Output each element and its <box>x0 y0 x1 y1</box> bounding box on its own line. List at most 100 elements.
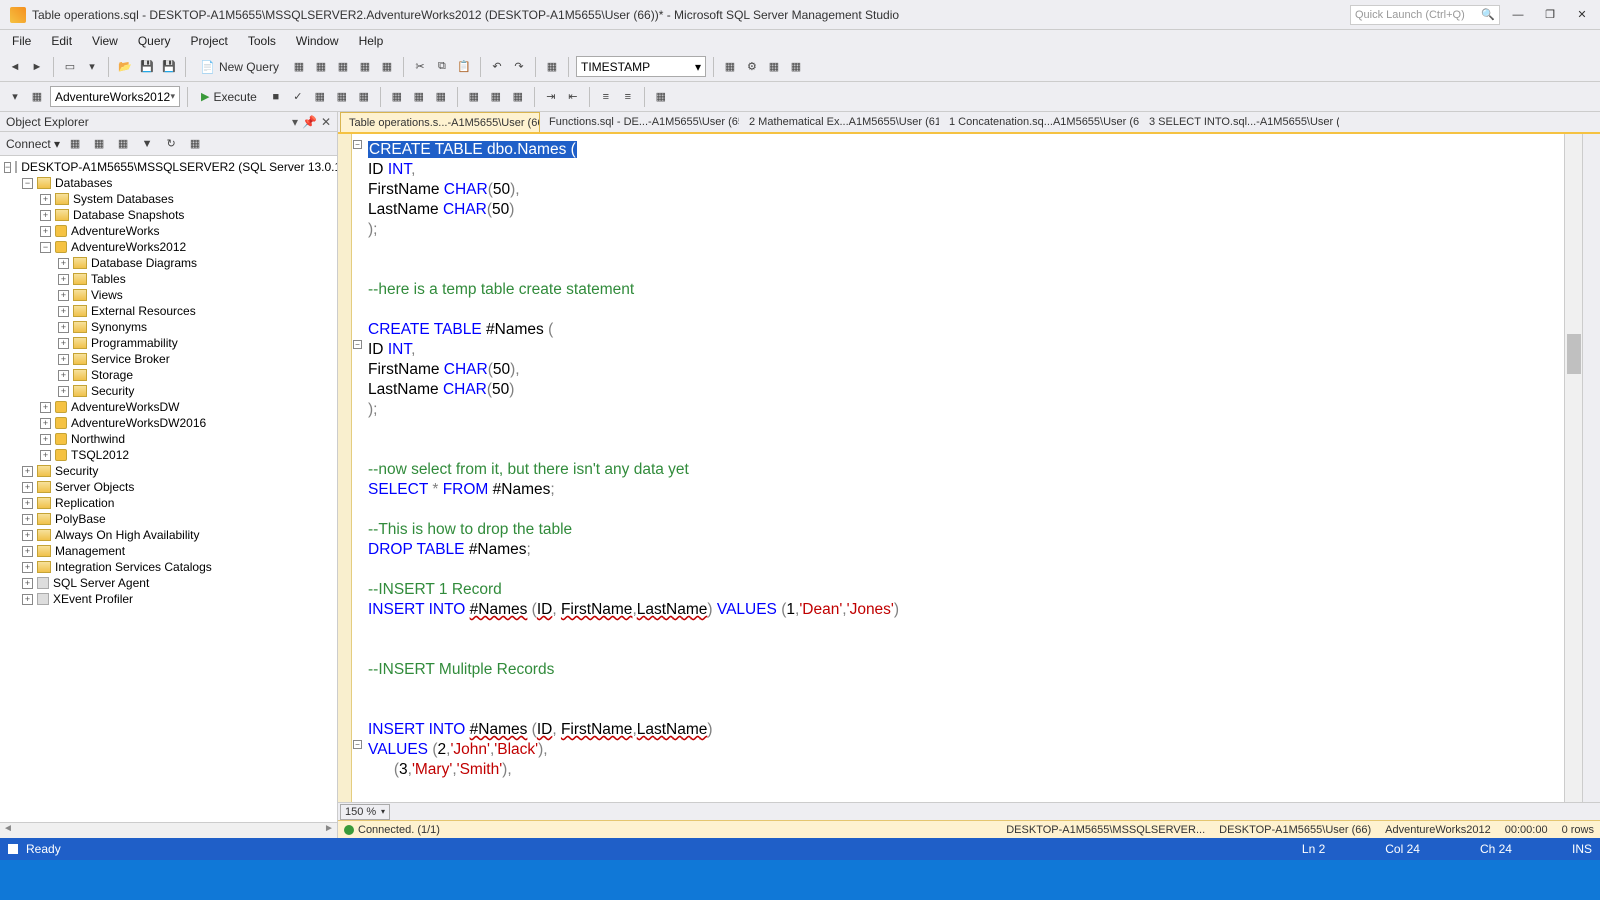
exp-ico-1[interactable]: ▦ <box>66 135 84 153</box>
taskbar[interactable] <box>0 860 1600 900</box>
tab-active[interactable]: Table operations.s...-A1M5655\User (66))… <box>340 112 540 132</box>
tree-aoha[interactable]: Always On High Availability <box>55 528 200 542</box>
expand-icon[interactable]: + <box>58 274 69 285</box>
collapse-icon[interactable]: − <box>22 178 33 189</box>
expand-icon[interactable]: + <box>22 562 33 573</box>
tree-sysdb[interactable]: System Databases <box>73 192 174 206</box>
expand-icon[interactable]: + <box>40 402 51 413</box>
zoom-selector[interactable]: 150 %▾ <box>340 804 390 820</box>
tree-snap[interactable]: Database Snapshots <box>73 208 184 222</box>
sql-editor[interactable]: CREATE TABLE dbo.Names ( ID INT, FirstNa… <box>364 134 1564 802</box>
tree-awdw2016[interactable]: AdventureWorksDW2016 <box>71 416 206 430</box>
copy-button[interactable]: ⧉ <box>433 58 451 76</box>
fold-icon[interactable]: − <box>353 740 362 749</box>
display-plan-button[interactable]: ▦ <box>311 88 329 106</box>
sql-ico-13[interactable]: ≡ <box>597 88 615 106</box>
close-panel-icon[interactable]: ✕ <box>321 115 331 129</box>
tree-databases[interactable]: Databases <box>55 176 112 190</box>
tab-3[interactable]: 1 Concatenation.sq...A1M5655\User (60)) <box>940 112 1140 132</box>
tree-aw2012[interactable]: AdventureWorks2012 <box>71 240 186 254</box>
expand-icon[interactable]: + <box>22 466 33 477</box>
menu-query[interactable]: Query <box>130 32 179 50</box>
expand-icon[interactable]: + <box>58 370 69 381</box>
tree-extres[interactable]: External Resources <box>91 304 196 318</box>
tree-agent[interactable]: SQL Server Agent <box>53 576 149 590</box>
expand-icon[interactable]: + <box>22 546 33 557</box>
new-button[interactable]: ▭ <box>61 58 79 76</box>
tree-nw[interactable]: Northwind <box>71 432 125 446</box>
type-dropdown[interactable]: TIMESTAMP ▾ <box>576 56 706 77</box>
tree-dbdiag[interactable]: Database Diagrams <box>91 256 197 270</box>
tree-isc[interactable]: Integration Services Catalogs <box>55 560 212 574</box>
database-selector[interactable]: AdventureWorks2012 ▾ <box>50 86 180 107</box>
side-toolbox[interactable] <box>1582 134 1600 802</box>
tree-sbrok[interactable]: Service Broker <box>91 352 170 366</box>
forward-button[interactable]: ► <box>28 58 46 76</box>
menu-project[interactable]: Project <box>183 32 236 50</box>
restore-button[interactable]: ❐ <box>1536 5 1564 25</box>
expand-icon[interactable]: + <box>58 338 69 349</box>
tree-stor[interactable]: Storage <box>91 368 133 382</box>
expand-icon[interactable]: + <box>40 450 51 461</box>
sql-ico-8[interactable]: ▦ <box>465 88 483 106</box>
tree-xep[interactable]: XEvent Profiler <box>53 592 133 606</box>
tree-views[interactable]: Views <box>91 288 123 302</box>
dropdown-icon[interactable]: ▾ <box>292 115 298 129</box>
tbico-7[interactable]: ▦ <box>765 58 783 76</box>
pin-icon[interactable]: 📌 <box>302 115 317 129</box>
sql-ico-7[interactable]: ▦ <box>432 88 450 106</box>
tree-server[interactable]: DESKTOP-A1M5655\MSSQLSERVER2 (SQL Server… <box>21 160 337 174</box>
redo-button[interactable]: ↷ <box>510 58 528 76</box>
minimize-button[interactable]: — <box>1504 5 1532 25</box>
collapse-icon[interactable]: − <box>40 242 51 253</box>
save-button[interactable]: 💾 <box>138 58 156 76</box>
paste-button[interactable]: 📋 <box>455 58 473 76</box>
sql-ico-10[interactable]: ▦ <box>509 88 527 106</box>
refresh-icon[interactable]: ↻ <box>162 135 180 153</box>
object-tree[interactable]: −DESKTOP-A1M5655\MSSQLSERVER2 (SQL Serve… <box>0 156 337 822</box>
menu-view[interactable]: View <box>84 32 126 50</box>
stop-button[interactable]: ■ <box>267 88 285 106</box>
sql-ico-9[interactable]: ▦ <box>487 88 505 106</box>
sql-ico-5[interactable]: ▦ <box>388 88 406 106</box>
expand-icon[interactable]: + <box>22 578 33 589</box>
exp-ico-3[interactable]: ▦ <box>114 135 132 153</box>
expand-icon[interactable]: + <box>58 258 69 269</box>
tbico-2[interactable]: ▦ <box>334 58 352 76</box>
execute-button[interactable]: ▶ Execute <box>195 86 263 108</box>
collapse-icon[interactable]: − <box>4 162 11 173</box>
expand-icon[interactable]: + <box>22 482 33 493</box>
expand-icon[interactable]: + <box>22 514 33 525</box>
undo-button[interactable]: ↶ <box>488 58 506 76</box>
save-all-button[interactable]: 💾 <box>160 58 178 76</box>
expand-icon[interactable]: + <box>58 386 69 397</box>
tbico-1[interactable]: ▦ <box>312 58 330 76</box>
sql-ico-1[interactable]: ▾ <box>6 88 24 106</box>
tab-1[interactable]: Functions.sql - DE...-A1M5655\User (65)) <box>540 112 740 132</box>
fold-icon[interactable]: − <box>353 340 362 349</box>
h-scrollbar[interactable]: ◄► <box>0 822 337 838</box>
sql-ico-11[interactable]: ⇥ <box>542 88 560 106</box>
menu-help[interactable]: Help <box>351 32 392 50</box>
tbico-4[interactable]: ▦ <box>378 58 396 76</box>
tree-aw[interactable]: AdventureWorks <box>71 224 159 238</box>
expand-icon[interactable]: + <box>58 306 69 317</box>
v-scrollbar[interactable] <box>1564 134 1582 802</box>
new-query-button[interactable]: 📄 New Query <box>193 56 286 78</box>
tree-repl[interactable]: Replication <box>55 496 114 510</box>
cut-button[interactable]: ✂ <box>411 58 429 76</box>
expand-icon[interactable]: + <box>40 226 51 237</box>
expand-icon[interactable]: + <box>58 290 69 301</box>
tbico-6[interactable]: ⚙ <box>743 58 761 76</box>
expand-icon[interactable]: + <box>22 498 33 509</box>
tree-srvobj[interactable]: Server Objects <box>55 480 134 494</box>
parse-button[interactable]: ✓ <box>289 88 307 106</box>
sql-ico-2[interactable]: ▦ <box>28 88 46 106</box>
sql-ico-12[interactable]: ⇤ <box>564 88 582 106</box>
expand-icon[interactable]: + <box>40 194 51 205</box>
tree-syn[interactable]: Synonyms <box>91 320 147 334</box>
sql-ico-3[interactable]: ▦ <box>333 88 351 106</box>
sql-ico-15[interactable]: ▦ <box>652 88 670 106</box>
tree-tables[interactable]: Tables <box>91 272 126 286</box>
tbico-3[interactable]: ▦ <box>356 58 374 76</box>
